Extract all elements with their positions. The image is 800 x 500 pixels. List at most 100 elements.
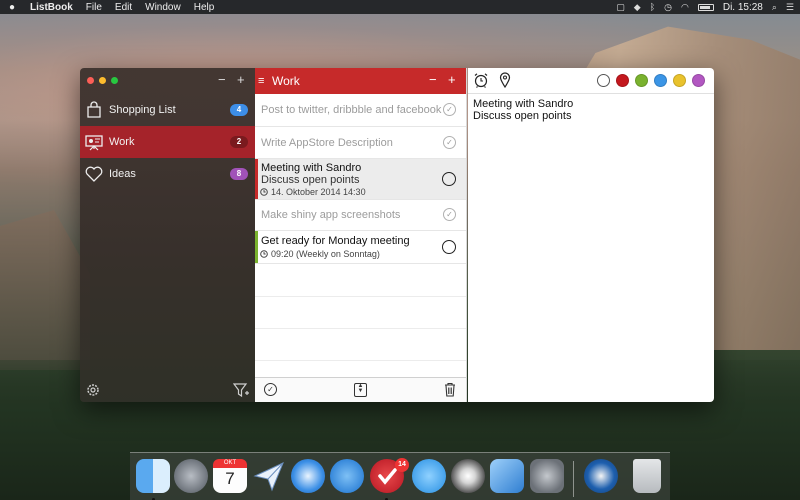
remove-task-button[interactable]: −	[429, 72, 437, 87]
complete-task-checkbox[interactable]	[442, 172, 456, 186]
sidebar-item-shopping-list[interactable]: Shopping List 4	[80, 94, 255, 126]
onepassword-icon[interactable]	[584, 459, 618, 493]
task-row[interactable]: Post to twitter, dribbble and facebook ✓	[255, 94, 466, 127]
notification-center-icon[interactable]: ☰	[786, 2, 794, 13]
menu-clock[interactable]: Di. 15:28	[723, 2, 763, 13]
file-menu[interactable]: File	[86, 2, 102, 13]
messages-icon[interactable]	[412, 459, 446, 493]
window-menu[interactable]: Window	[145, 2, 181, 13]
count-badge: 4	[230, 104, 248, 116]
task-row[interactable]: Make shiny app screenshots ✓	[255, 200, 466, 231]
color-swatch-blue[interactable]	[654, 74, 667, 87]
minimize-window-button[interactable]	[99, 77, 106, 84]
bluetooth-icon[interactable]: ᛒ	[650, 2, 655, 12]
task-detail-pane: Meeting with Sandro Discuss open points	[468, 68, 714, 402]
sidebar: − + Shopping List 4 Work 2 Ideas 8	[80, 68, 255, 402]
show-completed-check-icon[interactable]: ✓	[264, 383, 277, 396]
sort-icon[interactable]: ▲ ▼	[354, 383, 367, 397]
alarm-clock-icon[interactable]	[473, 72, 489, 88]
dvd-player-icon[interactable]	[451, 459, 485, 493]
help-menu[interactable]: Help	[194, 2, 215, 13]
task-detail-editor[interactable]: Meeting with Sandro Discuss open points	[473, 98, 573, 122]
zoom-window-button[interactable]	[111, 77, 118, 84]
display-icon[interactable]: ▢	[616, 2, 625, 13]
settings-gear-icon[interactable]	[85, 382, 101, 398]
launchpad-icon[interactable]	[174, 459, 208, 493]
completed-check-icon[interactable]: ✓	[443, 136, 456, 149]
heart-icon	[84, 164, 104, 184]
detail-line: Meeting with Sandro	[473, 98, 574, 110]
sidebar-item-ideas[interactable]: Ideas 8	[80, 158, 255, 190]
list-title: Work	[272, 74, 300, 88]
wallpaper-cliff-left	[0, 210, 90, 370]
time-machine-icon[interactable]: ◷	[664, 2, 672, 13]
list-footer: ✓ ▲ ▼	[255, 377, 466, 402]
clock-icon	[260, 250, 268, 258]
system-preferences-icon[interactable]	[530, 459, 564, 493]
remove-list-button[interactable]: −	[218, 72, 226, 87]
empty-row-line	[255, 296, 466, 297]
sidebar-item-label: Ideas	[109, 168, 136, 180]
task-row[interactable]: Get ready for Monday meeting 09:20 (Week…	[255, 231, 466, 264]
listbook-window: − + Shopping List 4 Work 2 Ideas 8 ≡ Wor…	[80, 68, 714, 402]
color-swatch-red[interactable]	[616, 74, 629, 87]
detail-line: Discuss open points	[473, 110, 572, 122]
edit-menu[interactable]: Edit	[115, 2, 132, 13]
completed-check-icon[interactable]: ✓	[443, 208, 456, 221]
dock-separator	[573, 461, 574, 497]
add-task-button[interactable]: +	[448, 72, 456, 87]
task-title: Write AppStore Description	[261, 137, 393, 149]
window-controls	[87, 77, 118, 84]
color-swatches	[597, 74, 705, 87]
complete-task-checkbox[interactable]	[442, 240, 456, 254]
shopping-bag-icon	[84, 100, 104, 120]
menu-bar: ● ListBook File Edit Window Help ▢ ◆ ᛒ ◷…	[0, 0, 800, 14]
mail-icon[interactable]	[252, 459, 286, 493]
count-badge: 8	[230, 168, 248, 180]
sidebar-item-label: Shopping List	[109, 104, 176, 116]
completed-check-icon[interactable]: ✓	[443, 103, 456, 116]
empty-row-line	[255, 360, 466, 361]
color-swatch-purple[interactable]	[692, 74, 705, 87]
xcode-icon[interactable]	[490, 459, 524, 493]
add-list-button[interactable]: +	[237, 72, 245, 87]
count-badge: 2	[230, 136, 248, 148]
color-swatch-green[interactable]	[635, 74, 648, 87]
wifi-icon[interactable]: ◠	[681, 2, 689, 13]
calendar-icon[interactable]: OKT 7	[213, 459, 247, 493]
app-menu[interactable]: ListBook	[30, 2, 73, 13]
notification-badge: 14	[395, 458, 409, 472]
task-row[interactable]: Write AppStore Description ✓	[255, 127, 466, 159]
task-list-pane: ≡ Work − + Post to twitter, dribbble and…	[255, 68, 467, 402]
task-title: Make shiny app screenshots	[261, 209, 401, 221]
trash-icon[interactable]	[633, 459, 661, 493]
calendar-day: 7	[225, 469, 235, 488]
task-title: Get ready for Monday meeting	[261, 235, 410, 247]
close-window-button[interactable]	[87, 77, 94, 84]
clock-icon	[260, 188, 268, 196]
filter-icon[interactable]	[232, 382, 250, 399]
dropbox-icon[interactable]: ◆	[634, 2, 641, 13]
tags-icon[interactable]	[330, 459, 364, 493]
trash-icon[interactable]	[444, 382, 456, 397]
task-reminder: 09:20 (Weekly on Sonntag)	[260, 249, 380, 259]
location-pin-icon[interactable]	[499, 72, 511, 89]
task-title: Meeting with Sandro	[261, 162, 362, 174]
task-title: Post to twitter, dribbble and facebook	[261, 104, 442, 116]
calendar-month: OKT	[213, 459, 247, 468]
finder-icon[interactable]	[136, 459, 170, 493]
color-swatch-yellow[interactable]	[673, 74, 686, 87]
task-row-selected[interactable]: Meeting with Sandro Discuss open points …	[255, 159, 466, 200]
task-date: 09:20 (Weekly on Sonntag)	[271, 249, 380, 259]
apple-menu-icon[interactable]: ●	[6, 2, 18, 13]
task-date: 14. Oktober 2014 14:30	[271, 187, 366, 197]
safari-icon[interactable]	[291, 459, 325, 493]
sidebar-item-label: Work	[109, 136, 135, 148]
priority-marker	[255, 231, 258, 263]
hamburger-menu-icon[interactable]: ≡	[258, 75, 268, 87]
sidebar-item-work[interactable]: Work 2	[80, 126, 255, 158]
color-swatch-white[interactable]	[597, 74, 610, 87]
presentation-board-icon	[84, 132, 104, 152]
battery-icon[interactable]	[697, 3, 714, 11]
spotlight-icon[interactable]: ⌕	[772, 2, 777, 13]
